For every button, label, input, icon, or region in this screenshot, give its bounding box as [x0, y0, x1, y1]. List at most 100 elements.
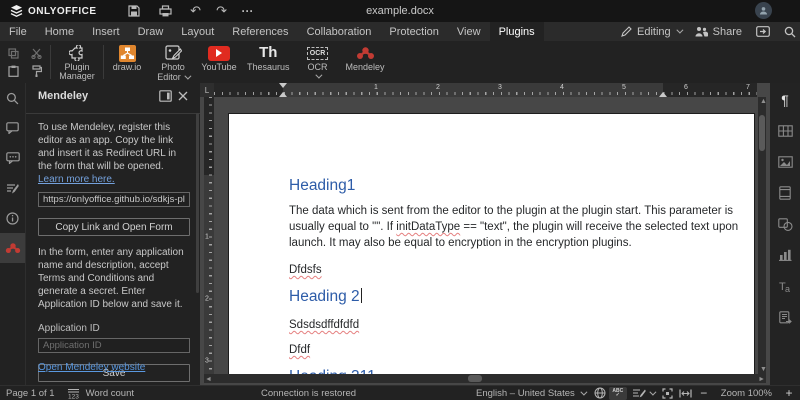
- set-document-language-button[interactable]: [591, 387, 609, 400]
- ocr-button[interactable]: OCR OCR: [295, 41, 341, 83]
- thesaurus-button[interactable]: Th Thesaurus: [242, 41, 295, 83]
- undo-button[interactable]: ↶: [183, 2, 209, 20]
- header-footer-icon: [779, 186, 791, 200]
- tab-layout[interactable]: Layout: [172, 22, 223, 41]
- zoom-out-button[interactable]: −: [695, 387, 713, 400]
- copy-button[interactable]: [8, 48, 19, 59]
- redo-icon: ↷: [216, 3, 227, 19]
- fit-to-width-button[interactable]: [677, 387, 695, 400]
- close-panel-button[interactable]: [174, 87, 192, 105]
- scroll-up-arrow[interactable]: ▲: [760, 97, 767, 106]
- print-button[interactable]: [153, 2, 179, 20]
- zoom-in-button[interactable]: +: [780, 387, 798, 400]
- close-icon: [178, 91, 188, 101]
- scroll-down-arrow[interactable]: ▼: [760, 365, 767, 374]
- save-icon: [128, 5, 140, 17]
- undo-icon: ↶: [190, 3, 201, 19]
- tab-collaboration[interactable]: Collaboration: [298, 22, 381, 41]
- scroll-right-arrow[interactable]: ►: [758, 375, 765, 384]
- scroll-left-arrow[interactable]: ◄: [205, 375, 212, 384]
- fit-to-page-button[interactable]: [659, 387, 677, 400]
- puzzle-icon: [69, 44, 86, 62]
- left-indent-marker[interactable]: [279, 92, 287, 97]
- text-cursor: [361, 288, 362, 303]
- print-icon: [159, 5, 172, 17]
- chart-settings-button[interactable]: [775, 246, 795, 264]
- chevron-down-icon: [315, 72, 322, 79]
- cut-button[interactable]: [31, 48, 43, 59]
- vertical-scrollbar[interactable]: ▲ ▼: [758, 97, 766, 374]
- copy-link-open-form-button[interactable]: Copy Link and Open Form: [38, 218, 190, 236]
- track-changes-button[interactable]: [627, 386, 659, 400]
- language-selector[interactable]: English – United States: [470, 386, 591, 400]
- header-footer-settings-button[interactable]: [775, 184, 795, 202]
- tab-draw[interactable]: Draw: [129, 22, 173, 41]
- vertical-scroll-thumb[interactable]: [759, 115, 765, 151]
- tab-stop-selector[interactable]: L: [200, 83, 214, 97]
- plugin-manager-button[interactable]: Plugin Manager: [51, 41, 103, 83]
- document-workspace: L 1 2 3 4 5 6 7 1 2 3 Heading1 The data …: [200, 83, 770, 385]
- tab-view[interactable]: View: [448, 22, 490, 41]
- tab-home[interactable]: Home: [36, 22, 83, 41]
- mendeley-button[interactable]: Mendeley: [341, 41, 390, 83]
- tab-plugins[interactable]: Plugins: [490, 22, 544, 41]
- editing-mode-selector[interactable]: Editing: [621, 26, 681, 38]
- save-button[interactable]: [121, 2, 147, 20]
- redirect-url-input[interactable]: [38, 192, 190, 207]
- format-painter-button[interactable]: [31, 65, 42, 77]
- rail-mendeley-button[interactable]: [0, 233, 25, 263]
- dock-panel-button[interactable]: [156, 87, 174, 105]
- plus-icon: +: [785, 386, 792, 400]
- mendeley-icon: [356, 44, 375, 62]
- panel-scrollbar[interactable]: [196, 113, 199, 293]
- tab-references[interactable]: References: [223, 22, 297, 41]
- search-icon: [6, 92, 19, 105]
- text-art-settings-button[interactable]: T a: [775, 277, 795, 295]
- misspelled-word: Dfdsfs: [289, 264, 742, 276]
- rail-about-button[interactable]: [0, 203, 25, 233]
- first-line-indent-marker[interactable]: [279, 83, 287, 88]
- search-button[interactable]: [784, 26, 796, 38]
- paragraph-settings-button[interactable]: ¶: [775, 91, 795, 109]
- paste-button[interactable]: [8, 65, 19, 77]
- table-settings-button[interactable]: [775, 122, 795, 140]
- shape-settings-button[interactable]: [775, 215, 795, 233]
- paragraph-icon: ¶: [781, 92, 789, 108]
- rail-feedback-button[interactable]: [0, 173, 25, 203]
- chat-icon: [6, 152, 20, 164]
- open-file-location-button[interactable]: [756, 26, 770, 37]
- document-canvas: Heading1 The data which is sent from the…: [214, 97, 758, 374]
- redo-button[interactable]: ↷: [209, 2, 235, 20]
- rail-comments-button[interactable]: [0, 113, 25, 143]
- quick-access-more-button[interactable]: ···: [235, 2, 261, 20]
- tab-protection[interactable]: Protection: [380, 22, 448, 41]
- word-count-icon: 123: [67, 388, 80, 399]
- app-header: ONLYOFFICE ↶ ↷ ··· example.docx: [0, 0, 800, 22]
- document-page[interactable]: Heading1 The data which is sent from the…: [228, 113, 755, 374]
- horizontal-scrollbar[interactable]: ◄ ►: [204, 374, 766, 383]
- word-count-button[interactable]: 123 Word count: [61, 386, 140, 400]
- chevron-down-icon: [580, 388, 587, 395]
- share-button[interactable]: Share: [695, 26, 742, 38]
- drawio-button[interactable]: draw.io: [104, 41, 150, 83]
- photo-editor-button[interactable]: Photo Editor: [150, 41, 196, 83]
- fit-width-icon: [679, 389, 692, 398]
- tab-file[interactable]: File: [0, 22, 36, 41]
- horizontal-scroll-thumb[interactable]: [468, 375, 482, 382]
- application-id-input[interactable]: [38, 338, 190, 353]
- user-avatar[interactable]: [755, 2, 772, 19]
- mail-merge-settings-button[interactable]: [775, 308, 795, 326]
- zoom-value: Zoom 100%: [713, 386, 780, 400]
- rail-chat-button[interactable]: [0, 143, 25, 173]
- chevron-down-icon: [184, 73, 191, 80]
- text-art-icon: T a: [778, 280, 792, 293]
- right-indent-marker[interactable]: [659, 92, 667, 97]
- open-mendeley-website-link[interactable]: Open Mendeley website: [38, 362, 145, 373]
- heading-2: Heading 2: [289, 288, 742, 306]
- image-settings-button[interactable]: [775, 153, 795, 171]
- youtube-button[interactable]: YouTube: [196, 41, 242, 83]
- tab-insert[interactable]: Insert: [83, 22, 129, 41]
- spell-checking-toggle[interactable]: ABC✓: [609, 387, 627, 400]
- rail-search-button[interactable]: [0, 83, 25, 113]
- learn-more-link[interactable]: Learn more here.: [38, 174, 115, 185]
